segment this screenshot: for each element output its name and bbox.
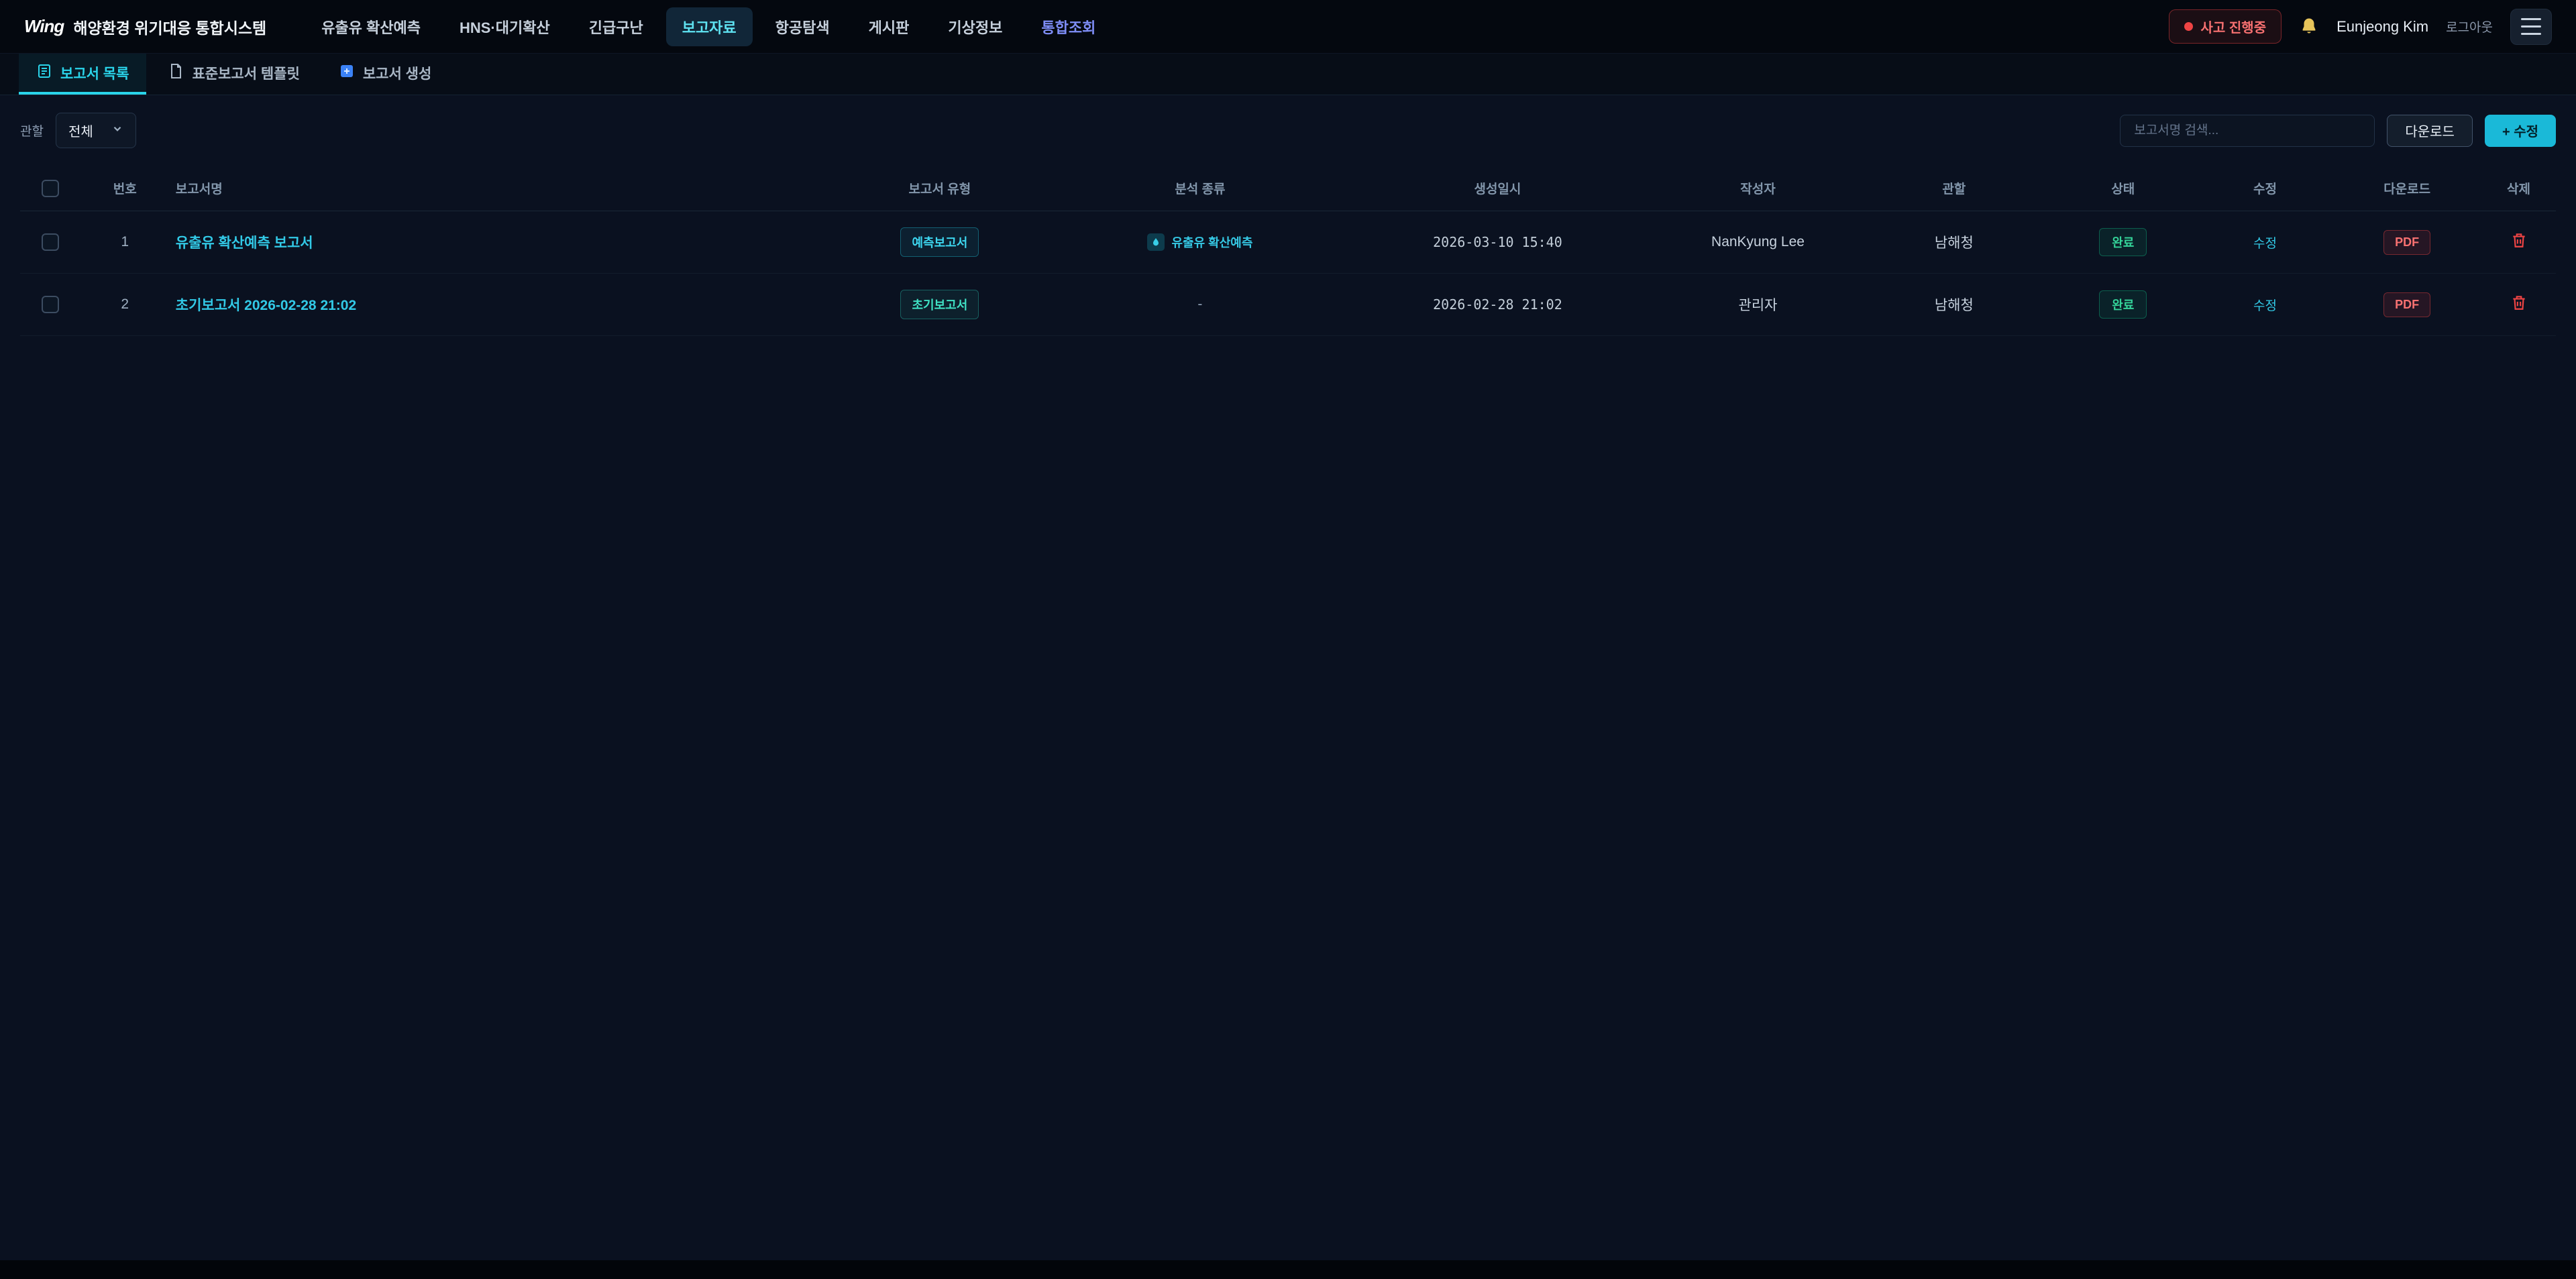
pdf-download-button[interactable]: PDF [2383, 230, 2430, 255]
nav-item-emergency-rescue[interactable]: 긴급구난 [573, 7, 659, 46]
col-header-no: 번호 [81, 166, 169, 211]
col-header-author: 작성자 [1656, 166, 1859, 211]
oil-droplet-icon [1147, 233, 1165, 251]
trash-icon [2510, 231, 2528, 251]
add-edit-button[interactable]: + 수정 [2485, 115, 2556, 147]
hamburger-menu-button[interactable] [2510, 9, 2552, 45]
jurisdiction-filter-label: 관할 [20, 121, 44, 140]
edit-link[interactable]: 수정 [2253, 299, 2277, 313]
report-tabbar: 보고서 목록 표준보고서 템플릿 보고서 생성 [0, 54, 2576, 95]
pdf-download-button[interactable]: PDF [2383, 292, 2430, 317]
report-type-badge: 초기보고서 [900, 290, 979, 319]
report-table: 번호 보고서명 보고서 유형 분석 종류 생성일시 작성자 관할 상태 수정 다… [20, 166, 2556, 336]
main-nav: 유출유 확산예측 HNS·대기확산 긴급구난 보고자료 항공탐색 게시판 기상정… [305, 7, 1112, 46]
trash-icon [2510, 294, 2528, 313]
created-at: 2026-02-28 21:02 [1433, 296, 1562, 313]
jurisdiction: 남해청 [1860, 274, 2049, 336]
author: NanKyung Lee [1656, 211, 1859, 274]
nav-item-weather-info[interactable]: 기상정보 [932, 7, 1018, 46]
logout-button[interactable]: 로그아웃 [2446, 17, 2493, 36]
tab-standard-template[interactable]: 표준보고서 템플릿 [150, 54, 317, 95]
status-badge: 완료 [2099, 290, 2147, 319]
author: 관리자 [1656, 274, 1859, 336]
col-header-report-name: 보고서명 [169, 166, 818, 211]
report-name-link[interactable]: 유출유 확산예측 보고서 [176, 235, 313, 251]
col-header-report-type: 보고서 유형 [818, 166, 1061, 211]
col-header-delete: 삭제 [2481, 166, 2556, 211]
incident-badge-label: 사고 진행중 [2201, 17, 2267, 36]
jurisdiction-select[interactable]: 전체 [56, 113, 136, 148]
select-all-checkbox[interactable] [42, 180, 59, 197]
jurisdiction-select-value: 전체 [68, 121, 93, 140]
topbar-right-controls: 사고 진행중 Eunjeong Kim 로그아웃 [2169, 9, 2552, 45]
wing-logo-icon: Wing [24, 16, 64, 37]
tab-report-list[interactable]: 보고서 목록 [19, 54, 146, 95]
delete-button[interactable] [2510, 231, 2528, 251]
app-logo[interactable]: Wing 해양환경 위기대응 통합시스템 [24, 15, 266, 38]
incident-dot-icon [2184, 22, 2193, 31]
col-header-jurisdiction: 관할 [1860, 166, 2049, 211]
col-header-analysis-type: 분석 종류 [1061, 166, 1338, 211]
tab-report-list-label: 보고서 목록 [60, 63, 129, 83]
chevron-down-icon [111, 123, 123, 139]
create-report-icon [339, 63, 355, 83]
tab-create-report[interactable]: 보고서 생성 [321, 54, 449, 95]
analysis-type-label: - [1197, 296, 1202, 312]
filter-toolbar: 관할 전체 다운로드 + 수정 [0, 95, 2576, 166]
nav-item-hns-air-diffusion[interactable]: HNS·대기확산 [443, 7, 566, 46]
table-row: 2 초기보고서 2026-02-28 21:02 초기보고서 - 2026-02… [20, 274, 2556, 336]
app-title: 해양환경 위기대응 통합시스템 [73, 15, 266, 38]
col-header-created-at: 생성일시 [1339, 166, 1657, 211]
nav-item-reports[interactable]: 보고자료 [666, 7, 753, 46]
tab-standard-template-label: 표준보고서 템플릿 [192, 63, 299, 83]
row-checkbox[interactable] [42, 233, 59, 251]
download-button[interactable]: 다운로드 [2387, 115, 2473, 147]
report-name-link[interactable]: 초기보고서 2026-02-28 21:02 [176, 298, 356, 313]
created-at: 2026-03-10 15:40 [1433, 234, 1562, 250]
nav-item-oil-spill-prediction[interactable]: 유출유 확산예측 [305, 7, 437, 46]
row-number: 1 [81, 211, 169, 274]
document-icon [168, 63, 184, 83]
top-navigation-bar: Wing 해양환경 위기대응 통합시스템 유출유 확산예측 HNS·대기확산 긴… [0, 0, 2576, 54]
incident-status-badge[interactable]: 사고 진행중 [2169, 9, 2282, 44]
analysis-type-cell: 유출유 확산예측 [1147, 233, 1252, 251]
col-header-status: 상태 [2049, 166, 2198, 211]
status-badge: 완료 [2099, 228, 2147, 256]
jurisdiction: 남해청 [1860, 211, 2049, 274]
edit-link[interactable]: 수정 [2253, 237, 2277, 251]
tab-create-report-label: 보고서 생성 [363, 63, 431, 83]
report-list-icon [36, 63, 52, 83]
col-header-edit: 수정 [2198, 166, 2333, 211]
user-name: Eunjeong Kim [2337, 18, 2428, 36]
row-checkbox[interactable] [42, 296, 59, 313]
nav-item-board[interactable]: 게시판 [853, 7, 926, 46]
col-header-download: 다운로드 [2332, 166, 2481, 211]
report-table-container: 번호 보고서명 보고서 유형 분석 종류 생성일시 작성자 관할 상태 수정 다… [0, 166, 2576, 336]
report-type-badge: 예측보고서 [900, 227, 979, 257]
bottom-strip [0, 1260, 2576, 1279]
notification-bell-icon[interactable] [2299, 17, 2319, 37]
row-number: 2 [81, 274, 169, 336]
delete-button[interactable] [2510, 294, 2528, 313]
table-row: 1 유출유 확산예측 보고서 예측보고서 유출유 확산예측 2026-03-10… [20, 211, 2556, 274]
nav-item-integrated-search[interactable]: 통합조회 [1025, 7, 1112, 46]
table-header-row: 번호 보고서명 보고서 유형 분석 종류 생성일시 작성자 관할 상태 수정 다… [20, 166, 2556, 211]
nav-item-aerial-search[interactable]: 항공탐색 [759, 7, 846, 46]
report-search-input[interactable] [2120, 115, 2375, 147]
analysis-type-label: 유출유 확산예측 [1171, 233, 1252, 251]
